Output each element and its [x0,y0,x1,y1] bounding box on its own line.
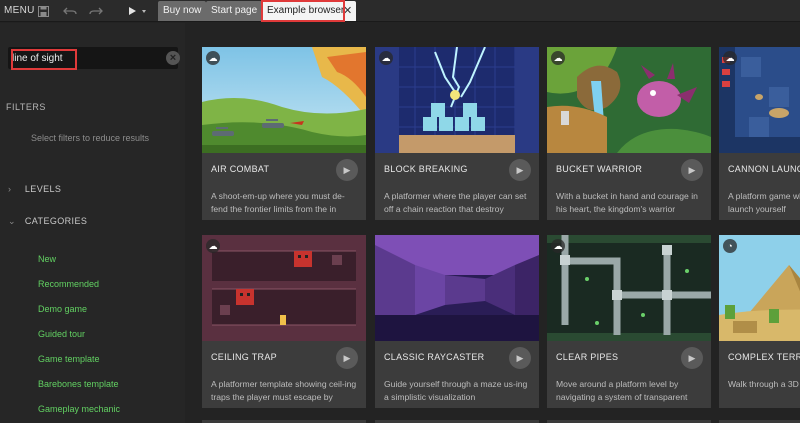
search-highlight-box [11,49,77,70]
card-description: Walk through a 3D generated terrain. [728,379,800,389]
save-icon[interactable] [36,3,50,19]
card-title: COMPLEX TERRAIN [728,352,800,362]
card-description: With a bucket in hand and courage in his… [556,191,698,214]
play-icon[interactable]: ▶ [336,347,358,369]
category-recommended[interactable]: Recommended [38,279,99,289]
chevron-right-icon: › [8,184,12,194]
chevron-down-icon: ⌄ [8,216,16,226]
card-title: CEILING TRAP [211,352,277,362]
card-description: A platform game where you can also launc… [728,191,800,214]
cloud-icon: ☁ [206,239,220,253]
cloud-icon: ☁ [379,51,393,65]
thumbnail-bucket-warrior: ☁ [547,47,711,153]
thumbnail-complex-terrain: ◔ [719,235,800,341]
card-description: A platformer where the player can set of… [384,191,527,214]
category-game-template[interactable]: Game template [38,354,100,364]
clear-search-icon[interactable]: × [166,51,180,65]
filters-heading: FILTERS [6,102,46,112]
top-toolbar: MENU Buy now Start page Example browser … [0,0,800,22]
cloud-icon: ☁ [551,239,565,253]
cloud-icon: ☁ [551,51,565,65]
category-guided-tour[interactable]: Guided tour [38,329,85,339]
tab-buy-now[interactable]: Buy now [158,1,207,21]
categories-section[interactable]: ⌄ CATEGORIES [8,216,87,227]
card-title: CLEAR PIPES [556,352,619,362]
thumbnail-clear-pipes: ☁ [547,235,711,341]
card-description: Move around a platform level by navigati… [556,379,688,402]
card-title: BLOCK BREAKING [384,164,468,174]
play-icon[interactable] [126,3,150,19]
card-title: CLASSIC RAYCASTER [384,352,485,362]
tab-highlight-box [261,0,345,22]
thumbnail-air-combat: ☁ [202,47,366,153]
play-icon[interactable]: ▶ [336,159,358,181]
example-card-complex-terrain[interactable]: ◔ COMPLEX TERRAIN Walk through a 3D gene… [719,235,800,408]
play-icon[interactable]: ▶ [681,347,703,369]
example-card-air-combat[interactable]: ☁ AIR COMBAT ▶ A shoot-em-up where you m… [202,47,366,220]
menu-button[interactable]: MENU [4,5,35,16]
categories-label: CATEGORIES [24,216,88,226]
card-title: CANNON LAUNCH [728,164,800,174]
card-description: A shoot-em-up where you must de-fend the… [211,191,345,214]
example-card-bucket-warrior[interactable]: ☁ BUCKET WARRIOR ▶ With a bucket in hand… [547,47,711,220]
card-title: AIR COMBAT [211,164,270,174]
example-card-clear-pipes[interactable]: ☁ CLEAR PIPES ▶ Move around a platform l… [547,235,711,408]
filters-hint: Select filters to reduce results [31,133,150,143]
undo-icon[interactable] [62,3,78,19]
category-barebones-template[interactable]: Barebones template [38,379,119,389]
card-title: BUCKET WARRIOR [556,164,643,174]
levels-section[interactable]: › LEVELS [8,184,61,194]
tab-start-page[interactable]: Start page [206,1,263,21]
example-grid: ☁ AIR COMBAT ▶ A shoot-em-up where you m… [195,23,800,423]
redo-icon[interactable] [88,3,104,19]
thumbnail-ceiling-trap: ☁ [202,235,366,341]
category-new[interactable]: New [38,254,56,264]
example-card-classic-raycaster[interactable]: CLASSIC RAYCASTER ▶ Guide yourself throu… [375,235,539,408]
card-description: A platformer template showing ceil-ing t… [211,379,357,402]
cloud-icon: ☁ [723,51,737,65]
example-card-block-breaking[interactable]: ☁ BLOCK BREAKING ▶ A platformer where th… [375,47,539,220]
category-gameplay-mechanic[interactable]: Gameplay mechanic [38,404,120,414]
example-card-ceiling-trap[interactable]: ☁ CEILING TRAP ▶ A platformer template s… [202,235,366,408]
cloud-icon: ☁ [206,51,220,65]
card-description: Guide yourself through a maze us-ing a s… [384,379,528,402]
play-icon[interactable]: ▶ [509,347,531,369]
clock-icon: ◔ [723,239,737,253]
play-icon[interactable]: ▶ [509,159,531,181]
thumbnail-classic-raycaster [375,235,539,341]
play-icon[interactable]: ▶ [681,159,703,181]
thumbnail-block-breaking: ☁ [375,47,539,153]
thumbnail-cannon-launch: ☁ [719,47,800,153]
levels-label: LEVELS [24,184,62,194]
category-demo-game[interactable]: Demo game [38,304,87,314]
example-card-cannon-launch[interactable]: ☁ CANNON LAUNCH A platform game where yo… [719,47,800,220]
sidebar: × FILTERS Select filters to reduce resul… [0,23,185,423]
